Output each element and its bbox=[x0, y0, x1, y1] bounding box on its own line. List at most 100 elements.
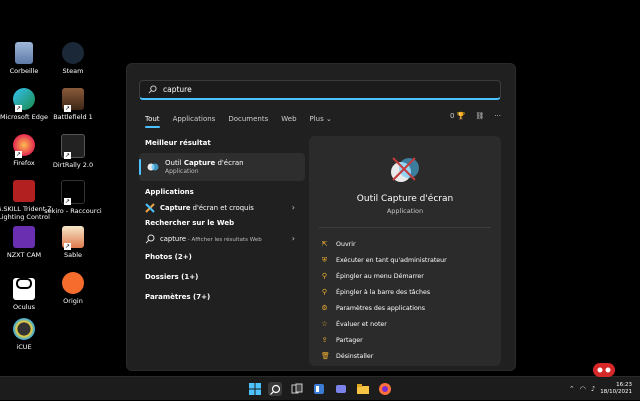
wifi-icon[interactable]: ◠ bbox=[580, 385, 586, 393]
tab-applications[interactable]: Applications bbox=[173, 115, 216, 123]
snipping-tool-icon bbox=[147, 163, 159, 171]
trophy-icon: 🏆 bbox=[456, 112, 466, 120]
folders-category[interactable]: Dossiers (1+) bbox=[145, 270, 305, 284]
chevron-down-icon: ⌄ bbox=[326, 115, 332, 123]
detail-app-type: Application bbox=[386, 207, 424, 215]
desktop-icon-icue[interactable]: iCUE bbox=[0, 318, 53, 351]
action-pin-start[interactable]: ⚲ Épingler au menu Démarrer bbox=[321, 268, 447, 284]
app-result-rest: d'écran et croquis bbox=[190, 203, 254, 212]
snipping-tool-icon bbox=[391, 157, 419, 182]
taskbar-search-icon[interactable] bbox=[268, 382, 282, 396]
divider bbox=[319, 227, 491, 228]
best-name-suffix: d'écran bbox=[215, 159, 244, 167]
volume-icon[interactable]: ♪ bbox=[591, 385, 595, 393]
task-view-icon[interactable] bbox=[290, 382, 304, 396]
system-tray: ⌃ ◠ ♪ 16:23 18/10/2021 bbox=[569, 382, 632, 396]
action-app-settings[interactable]: ⚙ Paramètres des applications bbox=[321, 300, 447, 316]
action-run-as-admin[interactable]: ⛨ Exécuter en tant qu'administrateur bbox=[321, 252, 447, 268]
shortcut-arrow-icon: ↗ bbox=[15, 151, 22, 158]
clock[interactable]: 16:23 18/10/2021 bbox=[600, 382, 632, 396]
desktop-icon-sekiro[interactable]: ↗ sekiro - Raccourci bbox=[44, 180, 102, 215]
best-name-bold: Capture bbox=[183, 159, 216, 167]
nzxt-cam-icon bbox=[13, 226, 35, 248]
star-icon: ☆ bbox=[321, 320, 328, 329]
search-input[interactable] bbox=[163, 85, 463, 94]
chevron-up-icon[interactable]: ⌃ bbox=[569, 385, 575, 393]
link-icon[interactable]: ⛓ bbox=[475, 112, 484, 120]
search-icon bbox=[270, 384, 281, 395]
action-label: Exécuter en tant qu'administrateur bbox=[336, 256, 447, 264]
shortcut-arrow-icon: ↗ bbox=[64, 198, 71, 205]
snip-sketch-icon bbox=[145, 202, 155, 213]
chevron-right-icon: › bbox=[291, 234, 295, 243]
action-label: Épingler à la barre des tâches bbox=[336, 288, 431, 296]
desktop-icon-steam[interactable]: Steam bbox=[44, 42, 102, 75]
windows-start-icon[interactable] bbox=[248, 382, 262, 396]
action-share[interactable]: ⇪ Partager bbox=[321, 333, 447, 349]
desktop-icon-origin[interactable]: Origin bbox=[44, 272, 102, 305]
pin-icon: ⚲ bbox=[321, 287, 328, 296]
desktop-icon-label: Sable bbox=[63, 251, 83, 259]
battlefield-icon: ↗ bbox=[62, 88, 84, 112]
icue-icon bbox=[13, 318, 35, 340]
gamepad-logo-icon bbox=[593, 363, 615, 377]
web-query: capture bbox=[160, 234, 187, 243]
action-uninstall[interactable]: 🗑 Désinstaller bbox=[321, 349, 447, 365]
share-icon: ⇪ bbox=[321, 336, 328, 345]
shortcut-arrow-icon: ↗ bbox=[64, 243, 71, 250]
tab-more-label: Plus bbox=[309, 115, 324, 123]
rewards-points[interactable]: 0 🏆 bbox=[450, 112, 465, 120]
applications-heading: Applications bbox=[145, 188, 194, 196]
shortcut-arrow-icon: ↗ bbox=[64, 152, 71, 159]
filter-tabs: Tout Applications Documents Web Plus ⌄ 0… bbox=[145, 112, 501, 128]
action-rate[interactable]: ☆ Évaluer et noter bbox=[321, 316, 447, 332]
desktop-icon-label: Battlefield 1 bbox=[53, 113, 93, 121]
edge-icon: ↗ bbox=[13, 88, 35, 112]
tab-more[interactable]: Plus ⌄ bbox=[310, 115, 332, 123]
shortcut-arrow-icon: ↗ bbox=[15, 105, 22, 112]
taskbar: ⌃ ◠ ♪ 16:23 18/10/2021 bbox=[0, 376, 640, 400]
search-icon bbox=[148, 85, 157, 94]
detail-actions: ⇱ Ouvrir ⛨ Exécuter en tant qu'administrat… bbox=[321, 236, 447, 365]
app-result-label: Capture d'écran et croquis bbox=[160, 204, 254, 212]
shortcut-arrow-icon: ↗ bbox=[64, 105, 71, 112]
tab-all[interactable]: Tout bbox=[145, 115, 160, 128]
action-pin-taskbar[interactable]: ⚲ Épingler à la barre des tâches bbox=[321, 284, 447, 300]
file-explorer-icon[interactable] bbox=[356, 382, 370, 396]
tab-documents[interactable]: Documents bbox=[228, 115, 268, 123]
points-value: 0 bbox=[450, 112, 455, 120]
app-result-item[interactable]: Capture d'écran et croquis › bbox=[145, 199, 305, 216]
desktop-icon-label: sekiro - Raccourci bbox=[44, 207, 102, 215]
action-label: Paramètres des applications bbox=[336, 304, 426, 312]
steam-icon bbox=[62, 42, 84, 64]
best-match-heading: Meilleur résultat bbox=[145, 139, 211, 147]
photos-category[interactable]: Photos (2+) bbox=[145, 250, 305, 264]
desktop-icon-label: DirtRally 2.0 bbox=[52, 161, 94, 169]
best-match-type: Application bbox=[165, 168, 199, 175]
widgets-icon[interactable] bbox=[312, 382, 326, 396]
web-result-item[interactable]: capture - Afficher les résultats Web › bbox=[145, 230, 305, 247]
desktop-icon-sable[interactable]: ↗ Sable bbox=[44, 226, 102, 259]
action-label: Évaluer et noter bbox=[336, 321, 387, 329]
oculus-icon bbox=[13, 278, 35, 300]
sekiro-icon: ↗ bbox=[61, 180, 85, 205]
desktop-icon-label: iCUE bbox=[16, 343, 32, 351]
search-box[interactable] bbox=[139, 80, 501, 100]
web-result-label: capture - Afficher les résultats Web bbox=[160, 235, 262, 243]
action-open[interactable]: ⇱ Ouvrir bbox=[321, 236, 447, 252]
web-hint: - Afficher les résultats Web bbox=[186, 236, 262, 243]
more-options-icon[interactable]: ··· bbox=[494, 112, 501, 120]
origin-icon bbox=[62, 272, 84, 294]
action-label: Épingler au menu Démarrer bbox=[336, 272, 424, 280]
best-match-item[interactable]: Outil Capture d'écran Application bbox=[139, 153, 305, 181]
desktop-icon-label: Steam bbox=[62, 67, 84, 75]
desktop-icon-battlefield[interactable]: ↗ Battlefield 1 bbox=[44, 88, 102, 121]
dirt-rally-icon: ↗ bbox=[61, 134, 85, 159]
firefox-icon[interactable] bbox=[378, 382, 392, 396]
settings-category[interactable]: Paramètres (7+) bbox=[145, 290, 305, 304]
teams-chat-icon[interactable] bbox=[334, 382, 348, 396]
web-search-heading: Rechercher sur le Web bbox=[145, 219, 235, 227]
best-name-prefix: Outil bbox=[165, 159, 184, 167]
desktop-icon-dirtrally[interactable]: ↗ DirtRally 2.0 bbox=[44, 134, 102, 169]
tab-web[interactable]: Web bbox=[281, 115, 296, 123]
